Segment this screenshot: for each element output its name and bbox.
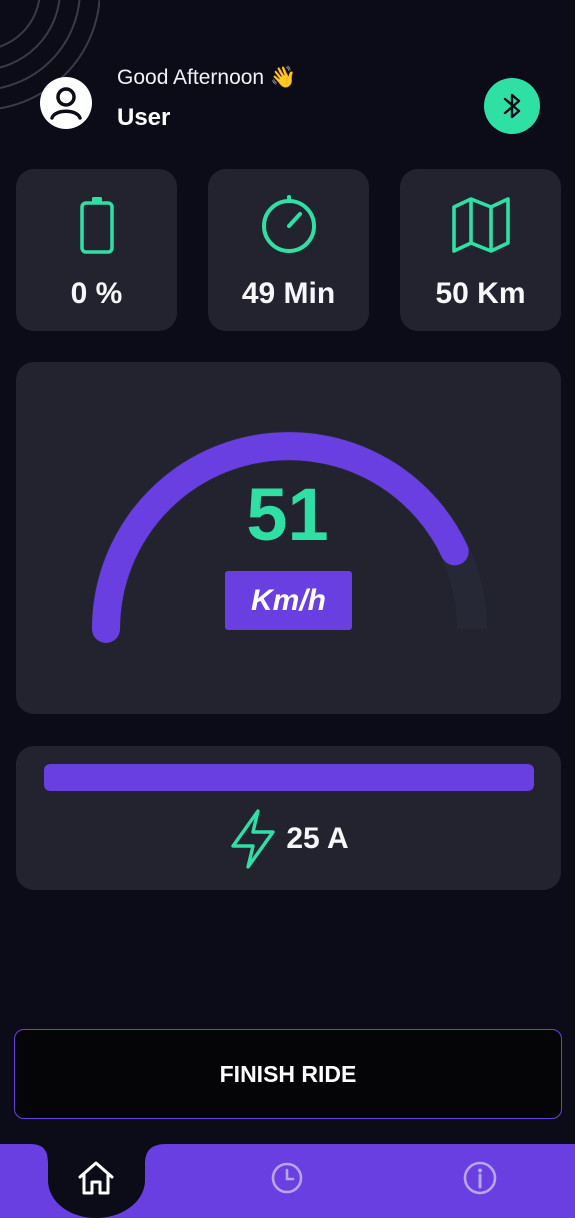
nav-history[interactable]: [267, 1158, 307, 1198]
time-value: 49 Min: [241, 277, 336, 310]
nav-info[interactable]: [460, 1158, 500, 1198]
current-bar-track: [44, 764, 534, 791]
bottom-nav: [0, 1144, 575, 1218]
distance-value: 50 Km: [435, 277, 526, 310]
distance-card: 50 Km: [400, 169, 561, 331]
username: User: [117, 104, 171, 131]
lightning-icon: [231, 809, 276, 869]
nav-home[interactable]: [76, 1158, 116, 1198]
current-card: 25 A: [16, 746, 561, 890]
home-icon: [78, 1161, 114, 1195]
battery-card: 0 %: [16, 169, 177, 331]
user-avatar-icon[interactable]: [40, 77, 92, 129]
battery-icon: [79, 197, 114, 254]
battery-value: 0 %: [70, 277, 123, 310]
bluetooth-button[interactable]: [484, 78, 540, 134]
map-icon: [451, 197, 510, 253]
timer-icon: [261, 195, 316, 253]
clock-icon: [271, 1162, 303, 1194]
current-bar-fill: [44, 764, 534, 791]
header: Good Afternoon 👋 User: [40, 62, 540, 136]
speed-value: 51: [246, 473, 329, 556]
bluetooth-icon: [503, 93, 521, 119]
current-row: 25 A: [16, 808, 561, 870]
time-card: 49 Min: [208, 169, 369, 331]
finish-ride-button[interactable]: FINISH RIDE: [14, 1029, 562, 1119]
greeting-text: Good Afternoon 👋: [117, 66, 297, 89]
speed-unit: Km/h: [225, 571, 352, 630]
current-value: 25 A: [286, 822, 349, 855]
info-icon: [463, 1161, 497, 1195]
